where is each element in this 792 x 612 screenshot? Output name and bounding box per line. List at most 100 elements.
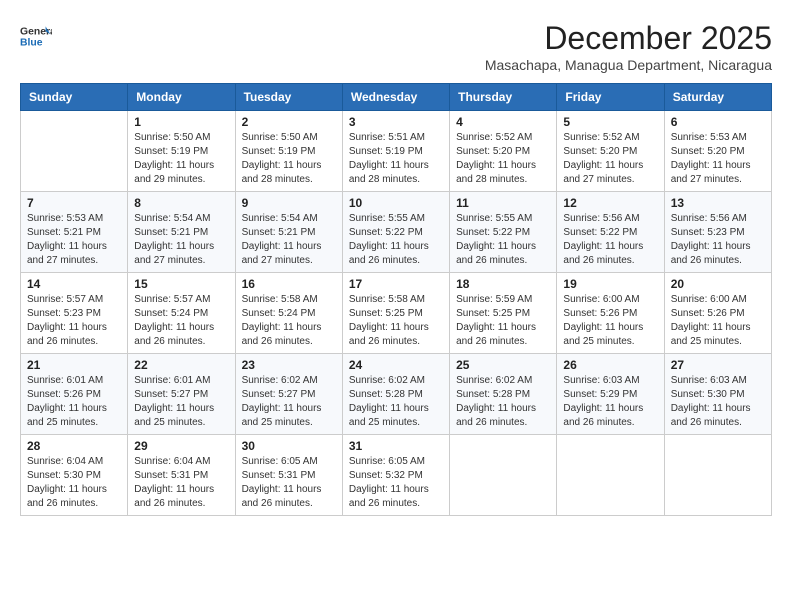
day-number: 16 — [242, 277, 336, 291]
day-info: Sunrise: 6:03 AM Sunset: 5:29 PM Dayligh… — [563, 374, 657, 430]
weekday-header-row: SundayMondayTuesdayWednesdayThursdayFrid… — [21, 84, 772, 111]
day-number: 12 — [563, 196, 657, 210]
title-section: December 2025 Masachapa, Managua Departm… — [485, 20, 772, 73]
svg-text:Blue: Blue — [20, 38, 43, 49]
day-info: Sunrise: 6:00 AM Sunset: 5:26 PM Dayligh… — [671, 293, 765, 349]
day-info: Sunrise: 5:52 AM Sunset: 5:20 PM Dayligh… — [456, 131, 550, 187]
calendar-day-cell: 8 Sunrise: 5:54 AM Sunset: 5:21 PM Daylig… — [128, 192, 235, 273]
day-info: Sunrise: 5:55 AM Sunset: 5:22 PM Dayligh… — [349, 212, 443, 268]
weekday-header-cell: Sunday — [21, 84, 128, 111]
calendar-day-cell: 22 Sunrise: 6:01 AM Sunset: 5:27 PM Dayli… — [128, 354, 235, 435]
day-number: 1 — [134, 115, 228, 129]
day-number: 15 — [134, 277, 228, 291]
calendar-day-cell: 21 Sunrise: 6:01 AM Sunset: 5:26 PM Dayli… — [21, 354, 128, 435]
day-info: Sunrise: 6:01 AM Sunset: 5:27 PM Dayligh… — [134, 374, 228, 430]
day-number: 23 — [242, 358, 336, 372]
day-info: Sunrise: 6:02 AM Sunset: 5:27 PM Dayligh… — [242, 374, 336, 430]
day-number: 2 — [242, 115, 336, 129]
calendar-day-cell: 23 Sunrise: 6:02 AM Sunset: 5:27 PM Dayli… — [235, 354, 342, 435]
calendar-day-cell: 24 Sunrise: 6:02 AM Sunset: 5:28 PM Dayli… — [342, 354, 449, 435]
calendar-day-cell: 13 Sunrise: 5:56 AM Sunset: 5:23 PM Dayli… — [664, 192, 771, 273]
day-info: Sunrise: 6:05 AM Sunset: 5:31 PM Dayligh… — [242, 455, 336, 511]
day-number: 24 — [349, 358, 443, 372]
day-number: 21 — [27, 358, 121, 372]
weekday-header-cell: Saturday — [664, 84, 771, 111]
day-info: Sunrise: 5:59 AM Sunset: 5:25 PM Dayligh… — [456, 293, 550, 349]
day-number: 22 — [134, 358, 228, 372]
day-info: Sunrise: 6:05 AM Sunset: 5:32 PM Dayligh… — [349, 455, 443, 511]
day-info: Sunrise: 5:52 AM Sunset: 5:20 PM Dayligh… — [563, 131, 657, 187]
calendar-day-cell: 4 Sunrise: 5:52 AM Sunset: 5:20 PM Daylig… — [450, 111, 557, 192]
day-number: 4 — [456, 115, 550, 129]
day-info: Sunrise: 5:55 AM Sunset: 5:22 PM Dayligh… — [456, 212, 550, 268]
day-info: Sunrise: 5:57 AM Sunset: 5:24 PM Dayligh… — [134, 293, 228, 349]
header: General Blue December 2025 Masachapa, Ma… — [20, 20, 772, 73]
day-info: Sunrise: 5:58 AM Sunset: 5:24 PM Dayligh… — [242, 293, 336, 349]
calendar-day-cell: 26Sunrise: 6:03 AM Sunset: 5:29 PM Dayli… — [557, 354, 664, 435]
day-number: 25 — [456, 358, 550, 372]
month-title: December 2025 — [485, 20, 772, 57]
calendar-week-row: 14 Sunrise: 5:57 AM Sunset: 5:23 PM Dayli… — [21, 273, 772, 354]
calendar-day-cell: 9Sunrise: 5:54 AM Sunset: 5:21 PM Daylig… — [235, 192, 342, 273]
calendar-day-cell: 1 Sunrise: 5:50 AM Sunset: 5:19 PM Daylig… — [128, 111, 235, 192]
day-info: Sunrise: 5:56 AM Sunset: 5:22 PM Dayligh… — [563, 212, 657, 268]
day-number: 20 — [671, 277, 765, 291]
calendar-day-cell: 12 Sunrise: 5:56 AM Sunset: 5:22 PM Dayli… — [557, 192, 664, 273]
day-number: 11 — [456, 196, 550, 210]
day-info: Sunrise: 6:02 AM Sunset: 5:28 PM Dayligh… — [349, 374, 443, 430]
calendar-day-cell: 7 Sunrise: 5:53 AM Sunset: 5:21 PM Daylig… — [21, 192, 128, 273]
calendar-day-cell: 25 Sunrise: 6:02 AM Sunset: 5:28 PM Dayli… — [450, 354, 557, 435]
day-info: Sunrise: 5:50 AM Sunset: 5:19 PM Dayligh… — [134, 131, 228, 187]
day-number: 13 — [671, 196, 765, 210]
calendar-day-cell: 16 Sunrise: 5:58 AM Sunset: 5:24 PM Dayli… — [235, 273, 342, 354]
day-info: Sunrise: 6:04 AM Sunset: 5:31 PM Dayligh… — [134, 455, 228, 511]
day-number: 27 — [671, 358, 765, 372]
day-number: 29 — [134, 439, 228, 453]
calendar-day-cell: 3Sunrise: 5:51 AM Sunset: 5:19 PM Daylig… — [342, 111, 449, 192]
location-title: Masachapa, Managua Department, Nicaragua — [485, 57, 772, 73]
day-number: 18 — [456, 277, 550, 291]
day-info: Sunrise: 6:00 AM Sunset: 5:26 PM Dayligh… — [563, 293, 657, 349]
day-info: Sunrise: 5:54 AM Sunset: 5:21 PM Dayligh… — [134, 212, 228, 268]
calendar-day-cell: 15 Sunrise: 5:57 AM Sunset: 5:24 PM Dayli… — [128, 273, 235, 354]
calendar-week-row: 21 Sunrise: 6:01 AM Sunset: 5:26 PM Dayli… — [21, 354, 772, 435]
calendar-day-cell: 14 Sunrise: 5:57 AM Sunset: 5:23 PM Dayli… — [21, 273, 128, 354]
calendar-day-cell: 20 Sunrise: 6:00 AM Sunset: 5:26 PM Dayli… — [664, 273, 771, 354]
calendar-day-cell: 10Sunrise: 5:55 AM Sunset: 5:22 PM Dayli… — [342, 192, 449, 273]
calendar-table: SundayMondayTuesdayWednesdayThursdayFrid… — [20, 83, 772, 516]
calendar-week-row: 7 Sunrise: 5:53 AM Sunset: 5:21 PM Daylig… — [21, 192, 772, 273]
day-info: Sunrise: 6:01 AM Sunset: 5:26 PM Dayligh… — [27, 374, 121, 430]
calendar-day-cell: 28 Sunrise: 6:04 AM Sunset: 5:30 PM Dayli… — [21, 435, 128, 516]
calendar-day-cell — [450, 435, 557, 516]
weekday-header-cell: Wednesday — [342, 84, 449, 111]
calendar-day-cell: 18 Sunrise: 5:59 AM Sunset: 5:25 PM Dayli… — [450, 273, 557, 354]
calendar-day-cell: 2 Sunrise: 5:50 AM Sunset: 5:19 PM Daylig… — [235, 111, 342, 192]
calendar-week-row: 28 Sunrise: 6:04 AM Sunset: 5:30 PM Dayli… — [21, 435, 772, 516]
day-info: Sunrise: 5:53 AM Sunset: 5:21 PM Dayligh… — [27, 212, 121, 268]
day-info: Sunrise: 5:50 AM Sunset: 5:19 PM Dayligh… — [242, 131, 336, 187]
calendar-body: 1 Sunrise: 5:50 AM Sunset: 5:19 PM Daylig… — [21, 111, 772, 516]
day-info: Sunrise: 6:02 AM Sunset: 5:28 PM Dayligh… — [456, 374, 550, 430]
calendar-day-cell: 30 Sunrise: 6:05 AM Sunset: 5:31 PM Dayli… — [235, 435, 342, 516]
day-number: 28 — [27, 439, 121, 453]
calendar-day-cell: 11 Sunrise: 5:55 AM Sunset: 5:22 PM Dayli… — [450, 192, 557, 273]
day-info: Sunrise: 6:03 AM Sunset: 5:30 PM Dayligh… — [671, 374, 765, 430]
day-info: Sunrise: 6:04 AM Sunset: 5:30 PM Dayligh… — [27, 455, 121, 511]
day-number: 30 — [242, 439, 336, 453]
calendar-day-cell: 29 Sunrise: 6:04 AM Sunset: 5:31 PM Dayli… — [128, 435, 235, 516]
calendar-day-cell: 6Sunrise: 5:53 AM Sunset: 5:20 PM Daylig… — [664, 111, 771, 192]
weekday-header-cell: Tuesday — [235, 84, 342, 111]
day-number: 14 — [27, 277, 121, 291]
day-number: 8 — [134, 196, 228, 210]
day-number: 19 — [563, 277, 657, 291]
calendar-day-cell: 5Sunrise: 5:52 AM Sunset: 5:20 PM Daylig… — [557, 111, 664, 192]
day-info: Sunrise: 5:56 AM Sunset: 5:23 PM Dayligh… — [671, 212, 765, 268]
calendar-day-cell: 17Sunrise: 5:58 AM Sunset: 5:25 PM Dayli… — [342, 273, 449, 354]
day-number: 7 — [27, 196, 121, 210]
day-info: Sunrise: 5:57 AM Sunset: 5:23 PM Dayligh… — [27, 293, 121, 349]
logo-icon: General Blue — [20, 20, 52, 52]
logo: General Blue — [20, 20, 52, 52]
day-number: 3 — [349, 115, 443, 129]
day-number: 6 — [671, 115, 765, 129]
weekday-header-cell: Thursday — [450, 84, 557, 111]
